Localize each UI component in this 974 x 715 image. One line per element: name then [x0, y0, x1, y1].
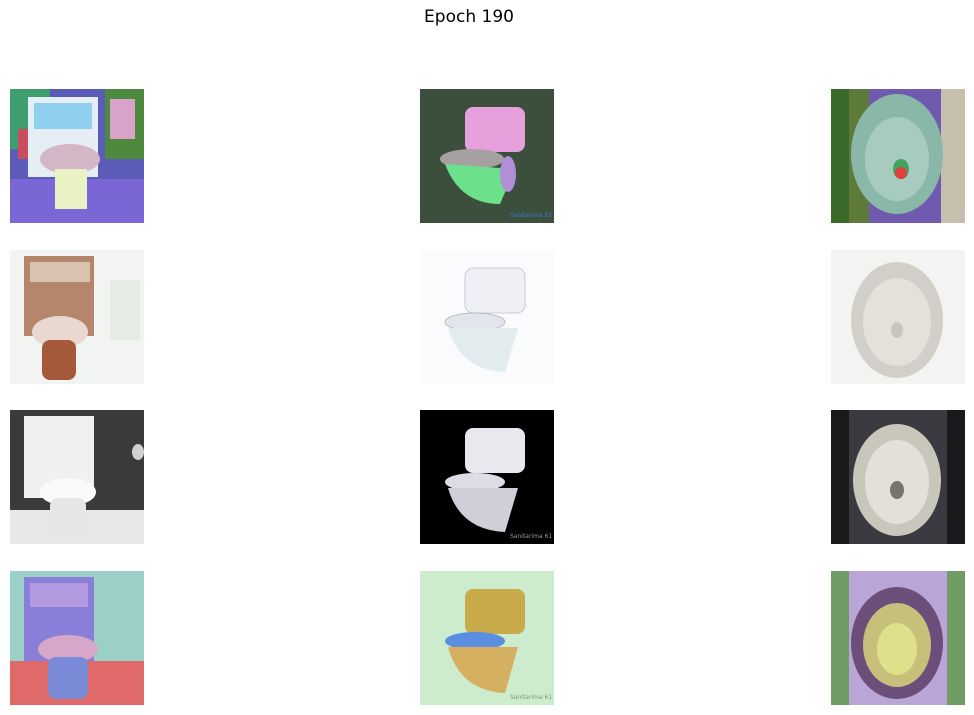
toilet-side-image: Sanitarima 61: [420, 89, 554, 223]
watermark: Sanitarima 61: [510, 212, 552, 219]
image-row3-col3: [831, 410, 965, 544]
watermark: Sanitarima 61: [510, 694, 552, 701]
image-row2-col2: [420, 250, 554, 384]
toilet-bowl-image: [831, 89, 965, 223]
toilet-side-image: [420, 250, 554, 384]
image-row3-col2: Sanitarima 61: [420, 410, 554, 544]
toilet-cabinet-image: [10, 571, 144, 705]
figure-title: Epoch 190: [424, 7, 514, 27]
toilet-cabinet-image: [10, 250, 144, 384]
toilet-bowl-image: [831, 410, 965, 544]
image-row4-col3: [831, 571, 965, 705]
image-row1-col1: [10, 89, 144, 223]
toilet-side-image: Sanitarima 61: [420, 410, 554, 544]
image-row2-col1: [10, 250, 144, 384]
watermark: Sanitarima 61: [510, 533, 552, 540]
image-row1-col2: Sanitarima 61: [420, 89, 554, 223]
image-row4-col2: Sanitarima 61: [420, 571, 554, 705]
toilet-bowl-image: [831, 250, 965, 384]
image-row1-col3: [831, 89, 965, 223]
image-row4-col1: [10, 571, 144, 705]
toilet-side-image: Sanitarima 61: [420, 571, 554, 705]
image-row3-col1: [10, 410, 144, 544]
toilet-cabinet-image: [10, 89, 144, 223]
toilet-cabinet-image: [10, 410, 144, 544]
image-row2-col3: [831, 250, 965, 384]
toilet-bowl-image: [831, 571, 965, 705]
